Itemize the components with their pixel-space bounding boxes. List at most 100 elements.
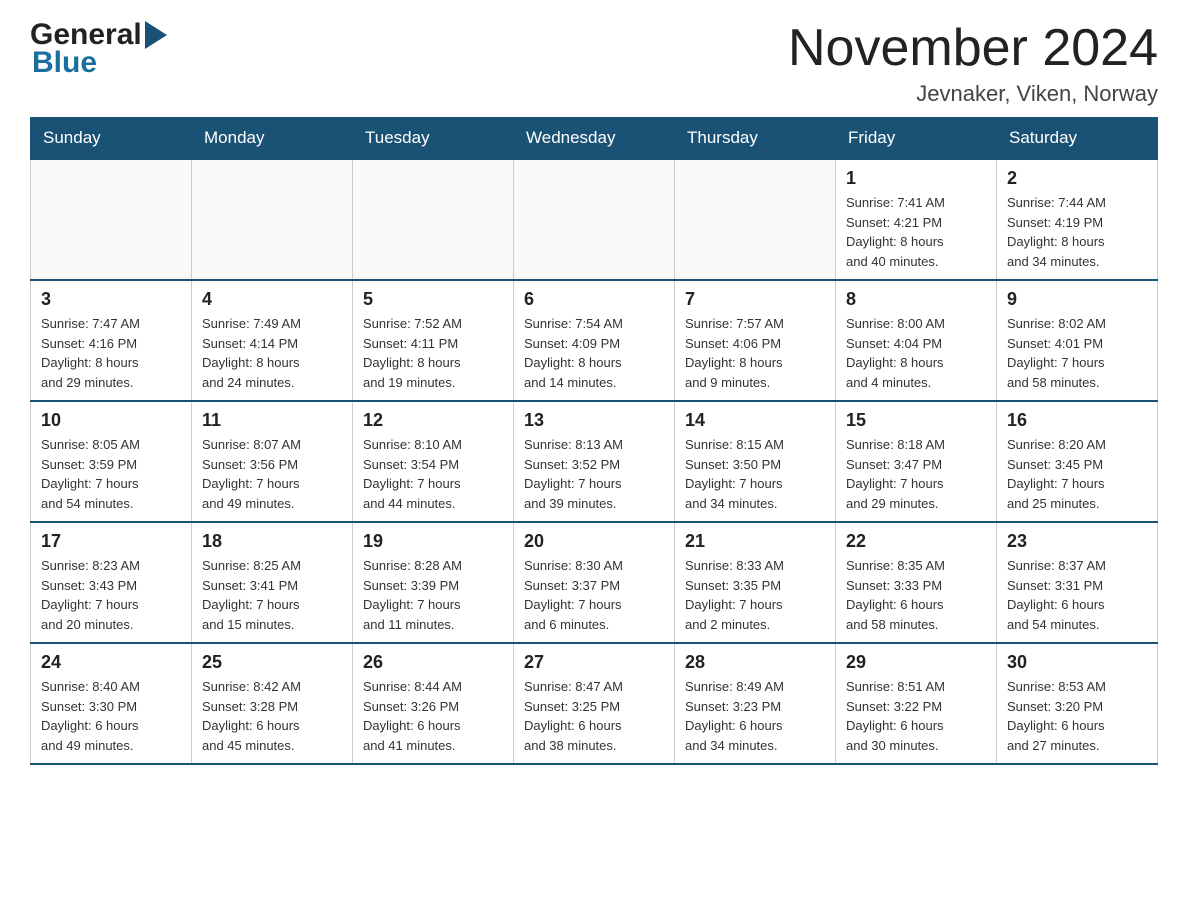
day-number: 5 — [363, 289, 503, 310]
day-info: Sunrise: 8:20 AMSunset: 3:45 PMDaylight:… — [1007, 435, 1147, 513]
calendar-cell: 20 Sunrise: 8:30 AMSunset: 3:37 PMDayligh… — [514, 522, 675, 643]
calendar-cell: 9 Sunrise: 8:02 AMSunset: 4:01 PMDaylight… — [997, 280, 1158, 401]
calendar-cell: 14 Sunrise: 8:15 AMSunset: 3:50 PMDayligh… — [675, 401, 836, 522]
day-number: 18 — [202, 531, 342, 552]
page-title: November 2024 — [788, 20, 1158, 77]
day-number: 2 — [1007, 168, 1147, 189]
day-info: Sunrise: 8:15 AMSunset: 3:50 PMDaylight:… — [685, 435, 825, 513]
day-info: Sunrise: 8:47 AMSunset: 3:25 PMDaylight:… — [524, 677, 664, 755]
calendar-cell: 18 Sunrise: 8:25 AMSunset: 3:41 PMDayligh… — [192, 522, 353, 643]
day-number: 27 — [524, 652, 664, 673]
day-number: 19 — [363, 531, 503, 552]
day-number: 15 — [846, 410, 986, 431]
day-info: Sunrise: 7:44 AMSunset: 4:19 PMDaylight:… — [1007, 193, 1147, 271]
day-number: 16 — [1007, 410, 1147, 431]
day-info: Sunrise: 8:42 AMSunset: 3:28 PMDaylight:… — [202, 677, 342, 755]
day-number: 10 — [41, 410, 181, 431]
calendar-week-4: 17 Sunrise: 8:23 AMSunset: 3:43 PMDayligh… — [31, 522, 1158, 643]
day-info: Sunrise: 8:51 AMSunset: 3:22 PMDaylight:… — [846, 677, 986, 755]
day-number: 3 — [41, 289, 181, 310]
logo: General Blue — [30, 20, 170, 80]
day-info: Sunrise: 7:49 AMSunset: 4:14 PMDaylight:… — [202, 314, 342, 392]
calendar-cell: 23 Sunrise: 8:37 AMSunset: 3:31 PMDayligh… — [997, 522, 1158, 643]
day-info: Sunrise: 8:40 AMSunset: 3:30 PMDaylight:… — [41, 677, 181, 755]
col-header-wednesday: Wednesday — [514, 118, 675, 160]
calendar-week-1: 1 Sunrise: 7:41 AMSunset: 4:21 PMDaylight… — [31, 159, 1158, 280]
calendar-cell: 21Sunrise: 8:33 AMSunset: 3:35 PMDayligh… — [675, 522, 836, 643]
day-info: Sunrise: 8:53 AMSunset: 3:20 PMDaylight:… — [1007, 677, 1147, 755]
day-info: Sunrise: 8:00 AMSunset: 4:04 PMDaylight:… — [846, 314, 986, 392]
calendar-cell: 15 Sunrise: 8:18 AMSunset: 3:47 PMDayligh… — [836, 401, 997, 522]
calendar-cell: 6 Sunrise: 7:54 AMSunset: 4:09 PMDaylight… — [514, 280, 675, 401]
calendar-table: SundayMondayTuesdayWednesdayThursdayFrid… — [30, 117, 1158, 765]
day-info: Sunrise: 8:33 AMSunset: 3:35 PMDaylight:… — [685, 556, 825, 634]
day-info: Sunrise: 8:25 AMSunset: 3:41 PMDaylight:… — [202, 556, 342, 634]
calendar-cell: 29 Sunrise: 8:51 AMSunset: 3:22 PMDayligh… — [836, 643, 997, 764]
day-number: 25 — [202, 652, 342, 673]
title-area: November 2024 Jevnaker, Viken, Norway — [788, 20, 1158, 107]
calendar-cell: 7Sunrise: 7:57 AMSunset: 4:06 PMDaylight… — [675, 280, 836, 401]
day-number: 6 — [524, 289, 664, 310]
day-info: Sunrise: 7:52 AMSunset: 4:11 PMDaylight:… — [363, 314, 503, 392]
calendar-cell: 2 Sunrise: 7:44 AMSunset: 4:19 PMDaylight… — [997, 159, 1158, 280]
calendar-cell: 8 Sunrise: 8:00 AMSunset: 4:04 PMDaylight… — [836, 280, 997, 401]
calendar-week-2: 3 Sunrise: 7:47 AMSunset: 4:16 PMDaylight… — [31, 280, 1158, 401]
calendar-cell: 13 Sunrise: 8:13 AMSunset: 3:52 PMDayligh… — [514, 401, 675, 522]
day-info: Sunrise: 8:28 AMSunset: 3:39 PMDaylight:… — [363, 556, 503, 634]
day-number: 26 — [363, 652, 503, 673]
col-header-sunday: Sunday — [31, 118, 192, 160]
calendar-cell: 16 Sunrise: 8:20 AMSunset: 3:45 PMDayligh… — [997, 401, 1158, 522]
calendar-cell — [192, 159, 353, 280]
day-number: 8 — [846, 289, 986, 310]
day-number: 23 — [1007, 531, 1147, 552]
calendar-cell: 11Sunrise: 8:07 AMSunset: 3:56 PMDayligh… — [192, 401, 353, 522]
col-header-thursday: Thursday — [675, 118, 836, 160]
day-number: 4 — [202, 289, 342, 310]
col-header-monday: Monday — [192, 118, 353, 160]
calendar-cell — [675, 159, 836, 280]
page-subtitle: Jevnaker, Viken, Norway — [788, 81, 1158, 107]
calendar-cell: 4 Sunrise: 7:49 AMSunset: 4:14 PMDaylight… — [192, 280, 353, 401]
col-header-friday: Friday — [836, 118, 997, 160]
logo-blue-text: Blue — [32, 46, 97, 80]
day-number: 7 — [685, 289, 825, 310]
day-number: 20 — [524, 531, 664, 552]
day-number: 29 — [846, 652, 986, 673]
day-number: 13 — [524, 410, 664, 431]
day-info: Sunrise: 8:18 AMSunset: 3:47 PMDaylight:… — [846, 435, 986, 513]
day-info: Sunrise: 8:05 AMSunset: 3:59 PMDaylight:… — [41, 435, 181, 513]
day-number: 1 — [846, 168, 986, 189]
col-header-tuesday: Tuesday — [353, 118, 514, 160]
day-info: Sunrise: 8:49 AMSunset: 3:23 PMDaylight:… — [685, 677, 825, 755]
calendar-cell — [353, 159, 514, 280]
calendar-cell: 17 Sunrise: 8:23 AMSunset: 3:43 PMDayligh… — [31, 522, 192, 643]
day-number: 28 — [685, 652, 825, 673]
calendar-week-3: 10 Sunrise: 8:05 AMSunset: 3:59 PMDayligh… — [31, 401, 1158, 522]
day-info: Sunrise: 7:47 AMSunset: 4:16 PMDaylight:… — [41, 314, 181, 392]
day-number: 24 — [41, 652, 181, 673]
page-header: General Blue November 2024 Jevnaker, Vik… — [30, 20, 1158, 107]
day-info: Sunrise: 7:41 AMSunset: 4:21 PMDaylight:… — [846, 193, 986, 271]
calendar-header-row: SundayMondayTuesdayWednesdayThursdayFrid… — [31, 118, 1158, 160]
calendar-cell: 12Sunrise: 8:10 AMSunset: 3:54 PMDayligh… — [353, 401, 514, 522]
day-info: Sunrise: 8:02 AMSunset: 4:01 PMDaylight:… — [1007, 314, 1147, 392]
day-number: 9 — [1007, 289, 1147, 310]
day-info: Sunrise: 8:23 AMSunset: 3:43 PMDaylight:… — [41, 556, 181, 634]
day-number: 14 — [685, 410, 825, 431]
calendar-cell: 25 Sunrise: 8:42 AMSunset: 3:28 PMDayligh… — [192, 643, 353, 764]
day-info: Sunrise: 8:37 AMSunset: 3:31 PMDaylight:… — [1007, 556, 1147, 634]
calendar-cell: 26Sunrise: 8:44 AMSunset: 3:26 PMDayligh… — [353, 643, 514, 764]
calendar-cell: 28 Sunrise: 8:49 AMSunset: 3:23 PMDayligh… — [675, 643, 836, 764]
day-number: 12 — [363, 410, 503, 431]
day-number: 17 — [41, 531, 181, 552]
day-number: 11 — [202, 410, 342, 431]
calendar-cell — [31, 159, 192, 280]
day-info: Sunrise: 8:13 AMSunset: 3:52 PMDaylight:… — [524, 435, 664, 513]
day-info: Sunrise: 8:30 AMSunset: 3:37 PMDaylight:… — [524, 556, 664, 634]
day-info: Sunrise: 7:54 AMSunset: 4:09 PMDaylight:… — [524, 314, 664, 392]
calendar-cell: 24 Sunrise: 8:40 AMSunset: 3:30 PMDayligh… — [31, 643, 192, 764]
day-info: Sunrise: 8:35 AMSunset: 3:33 PMDaylight:… — [846, 556, 986, 634]
calendar-cell: 3 Sunrise: 7:47 AMSunset: 4:16 PMDaylight… — [31, 280, 192, 401]
col-header-saturday: Saturday — [997, 118, 1158, 160]
day-number: 22 — [846, 531, 986, 552]
